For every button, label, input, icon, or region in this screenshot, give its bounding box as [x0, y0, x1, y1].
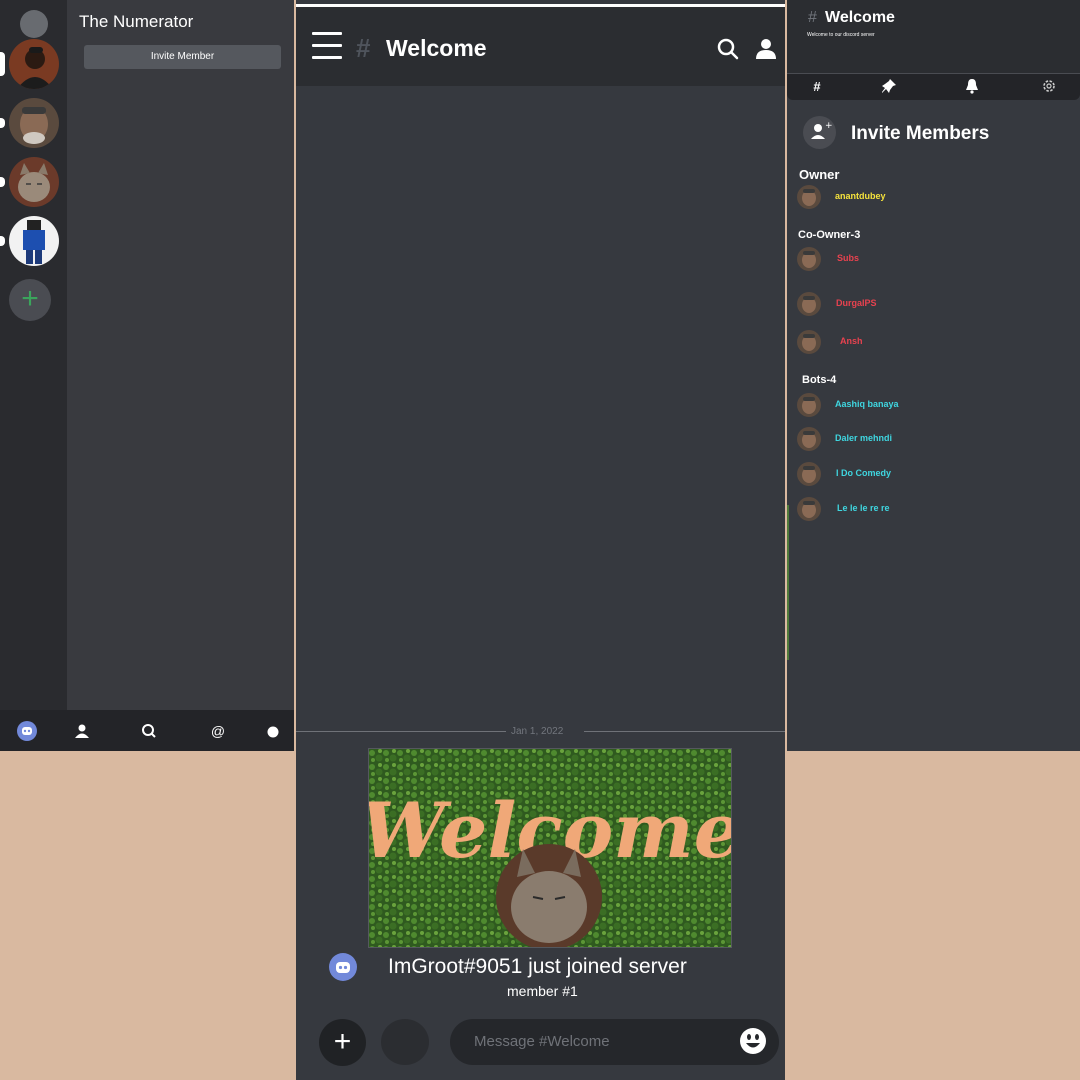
bottom-nav: @: [0, 710, 294, 751]
member-avatar: [797, 247, 821, 271]
chat-panel: # Welcome Jan 1, 2022 Welcome ImGroot#90…: [296, 0, 785, 1080]
channel-hash: #: [808, 9, 817, 26]
channel-topic: Welcome to our discord server: [807, 32, 875, 38]
search-icon[interactable]: [716, 37, 740, 61]
friends-icon[interactable]: [72, 721, 92, 741]
cat-avatar: [9, 157, 59, 207]
unread-pill: [0, 236, 5, 246]
member-name: Aashiq banaya: [835, 399, 899, 409]
role-header-bots: Bots-4: [802, 374, 837, 386]
status-icon[interactable]: [263, 721, 283, 741]
hash-icon[interactable]: #: [808, 78, 826, 96]
members-panel: # Welcome Welcome to our discord server …: [787, 0, 1080, 751]
guild-avatar-1[interactable]: [9, 39, 59, 89]
member-name: Daler mehndi: [835, 433, 893, 443]
member-name: anantdubey: [835, 191, 886, 201]
unread-pill: [0, 177, 5, 187]
channel-tabs: #: [787, 73, 1080, 100]
channel-info-header: # Welcome Welcome to our discord server: [787, 0, 1080, 73]
unread-pill: [0, 118, 5, 128]
date-divider: [296, 731, 506, 732]
server-panel: + The Numerator Invite Member @: [0, 0, 294, 751]
member-avatar: [797, 330, 821, 354]
member-name: DurgaIPS: [836, 298, 877, 308]
member-avatar: [797, 462, 821, 486]
add-server-button[interactable]: +: [9, 279, 51, 321]
channel-header: # Welcome: [296, 4, 785, 86]
server-name: The Numerator: [79, 12, 194, 31]
guild-avatar-4[interactable]: [9, 216, 59, 266]
guild-rail: +: [0, 0, 67, 710]
guild-avatar-3[interactable]: [9, 157, 59, 207]
member-name: Ansh: [840, 336, 863, 346]
invite-member-button[interactable]: Invite Member: [84, 45, 281, 69]
role-header-owner: Owner: [799, 167, 840, 182]
member-name: Subs: [837, 253, 860, 263]
message-composer: [450, 1019, 779, 1065]
menu-icon[interactable]: [312, 32, 342, 60]
pin-icon[interactable]: [880, 78, 898, 96]
selected-pill: [0, 52, 5, 76]
member-avatar: [797, 427, 821, 451]
add-attachment-button[interactable]: +: [319, 1019, 366, 1066]
mention-icon[interactable]: @: [208, 721, 228, 741]
blue-shirt-avatar: [9, 216, 59, 266]
discord-icon[interactable]: [17, 721, 37, 741]
home-button[interactable]: [20, 10, 48, 38]
bot-avatar[interactable]: [329, 953, 357, 981]
scroll-edge: [787, 505, 789, 660]
member-number: member #1: [507, 983, 578, 999]
member-avatar: [797, 497, 821, 521]
join-message: ImGroot#9051 just joined server: [388, 955, 687, 978]
message-input[interactable]: [474, 1033, 724, 1050]
members-icon[interactable]: [754, 37, 778, 61]
guild-avatar-2[interactable]: [9, 98, 59, 148]
gift-button[interactable]: [381, 1019, 429, 1065]
invite-members-title[interactable]: Invite Members: [851, 123, 989, 145]
emoji-icon[interactable]: [739, 1027, 767, 1055]
search-icon[interactable]: [139, 721, 159, 741]
svg-text:+: +: [825, 121, 833, 131]
gear-icon[interactable]: [1040, 78, 1058, 96]
member-avatar: [797, 292, 821, 316]
channel-hash: #: [356, 33, 371, 63]
date-label: Jan 1, 2022: [511, 726, 564, 737]
member-avatar: [797, 393, 821, 417]
member-name: I Do Comedy: [836, 468, 892, 478]
man-avatar: [9, 39, 59, 89]
member-name: Le le le re re: [837, 503, 890, 513]
invite-members-icon[interactable]: +: [803, 116, 836, 149]
channel-title: Welcome: [825, 9, 895, 26]
member-avatar: [797, 185, 821, 209]
bell-icon[interactable]: [963, 78, 981, 96]
welcome-image: Welcome: [368, 748, 732, 948]
date-divider: [584, 731, 785, 732]
old-man-avatar: [9, 98, 59, 148]
role-header-coowner: Co-Owner-3: [798, 229, 861, 241]
channel-title: Welcome: [386, 35, 487, 61]
